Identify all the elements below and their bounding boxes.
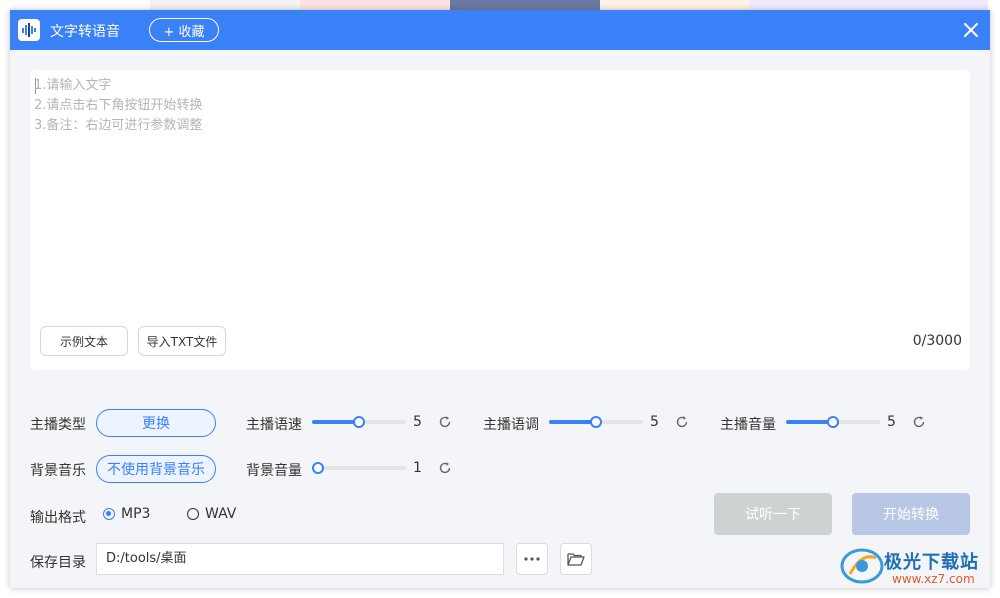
char-counter: 0/3000 bbox=[912, 333, 962, 349]
bg-volume-slider[interactable] bbox=[312, 462, 406, 474]
refresh-icon[interactable] bbox=[675, 415, 689, 429]
pitch-slider[interactable] bbox=[549, 416, 643, 428]
bg-music-button-label: 不使用背景音乐 bbox=[107, 462, 205, 478]
volume-slider[interactable] bbox=[786, 416, 880, 428]
change-anchor-label: 更换 bbox=[142, 416, 170, 432]
favorite-button[interactable]: + 收藏 bbox=[149, 18, 219, 42]
pitch-label: 主播语调 bbox=[483, 417, 539, 433]
preview-button[interactable]: 试听一下 bbox=[714, 493, 832, 535]
anchor-type-label: 主播类型 bbox=[30, 417, 86, 433]
format-wav-label: WAV bbox=[205, 506, 237, 522]
close-icon bbox=[964, 23, 978, 37]
slider-knob[interactable] bbox=[353, 416, 365, 428]
watermark-logo: 极光下载站 www.xz7.com bbox=[840, 538, 990, 592]
change-anchor-button[interactable]: 更换 bbox=[96, 409, 216, 437]
save-dir-input[interactable]: D:/tools/桌面 bbox=[96, 543, 504, 575]
watermark-url: www.xz7.com bbox=[892, 572, 975, 586]
start-convert-button[interactable]: 开始转换 bbox=[852, 493, 970, 535]
speed-slider[interactable] bbox=[312, 416, 406, 428]
folder-icon bbox=[567, 553, 585, 566]
speed-label: 主播语速 bbox=[246, 417, 302, 433]
radio-dot bbox=[187, 508, 199, 520]
close-button[interactable] bbox=[960, 19, 982, 41]
example-text-button[interactable]: 示例文本 bbox=[40, 326, 128, 356]
slider-knob[interactable] bbox=[590, 416, 602, 428]
waveform-icon bbox=[18, 19, 40, 41]
app-title: 文字转语音 bbox=[50, 24, 120, 40]
title-bar[interactable]: 文字转语音 + 收藏 bbox=[10, 10, 990, 50]
slider-knob[interactable] bbox=[312, 462, 324, 474]
placeholder-line: 1.请输入文字 bbox=[34, 78, 112, 93]
placeholder-line: 2.请点击右下角按钮开始转换 bbox=[34, 98, 203, 113]
format-wav-radio[interactable]: WAV bbox=[187, 506, 236, 522]
save-dir-value: D:/tools/桌面 bbox=[106, 551, 187, 566]
import-txt-button[interactable]: 导入TXT文件 bbox=[138, 326, 226, 356]
refresh-icon[interactable] bbox=[438, 461, 452, 475]
slider-knob[interactable] bbox=[827, 416, 839, 428]
open-folder-button[interactable] bbox=[560, 543, 592, 575]
refresh-icon[interactable] bbox=[438, 415, 452, 429]
text-editor[interactable]: 1.请输入文字 2.请点击右下角按钮开始转换 3.备注：右边可进行参数调整 示例… bbox=[30, 70, 970, 370]
preview-label: 试听一下 bbox=[745, 507, 801, 523]
radio-dot bbox=[103, 508, 115, 520]
placeholder-line: 3.备注：右边可进行参数调整 bbox=[34, 118, 203, 133]
watermark-name: 极光下载站 bbox=[884, 552, 979, 573]
volume-value: 5 bbox=[887, 414, 896, 430]
bg-volume-value: 1 bbox=[413, 460, 422, 476]
start-convert-label: 开始转换 bbox=[883, 507, 939, 523]
import-txt-label: 导入TXT文件 bbox=[146, 334, 218, 349]
more-options-button[interactable] bbox=[516, 543, 548, 575]
speed-value: 5 bbox=[413, 414, 422, 430]
bg-music-button[interactable]: 不使用背景音乐 bbox=[96, 455, 216, 483]
ellipsis-icon bbox=[524, 557, 540, 561]
bg-music-label: 背景音乐 bbox=[30, 463, 86, 479]
bg-volume-label: 背景音量 bbox=[246, 463, 302, 479]
editor-placeholder: 1.请输入文字 2.请点击右下角按钮开始转换 3.备注：右边可进行参数调整 bbox=[34, 76, 202, 136]
format-mp3-radio[interactable]: MP3 bbox=[103, 506, 150, 522]
volume-label: 主播音量 bbox=[720, 417, 776, 433]
refresh-icon[interactable] bbox=[912, 415, 926, 429]
format-mp3-label: MP3 bbox=[121, 506, 151, 522]
save-dir-label: 保存目录 bbox=[30, 555, 86, 571]
output-format-label: 输出格式 bbox=[30, 510, 86, 526]
tts-window: 文字转语音 + 收藏 1.请输入文字 2.请点击右下角按钮开始转换 3.备注：右… bbox=[10, 10, 990, 588]
example-text-label: 示例文本 bbox=[59, 334, 108, 349]
pitch-value: 5 bbox=[650, 414, 659, 430]
favorite-label: + 收藏 bbox=[163, 24, 205, 40]
